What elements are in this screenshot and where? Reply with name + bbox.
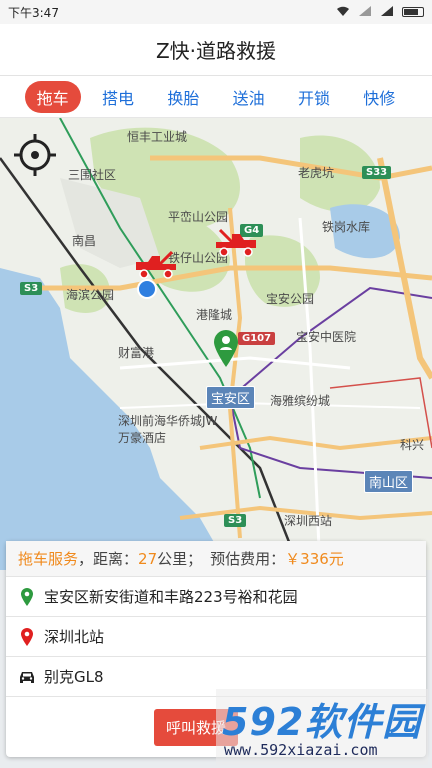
- map-label: 宝安中医院: [296, 330, 357, 344]
- red-pin-icon: [18, 626, 36, 648]
- map-label: 恒丰工业城: [127, 130, 188, 144]
- start-pin-icon[interactable]: [212, 328, 240, 368]
- tab-tow[interactable]: 拖车: [24, 80, 81, 113]
- district-label-baoan: 宝安区: [206, 386, 256, 409]
- status-time: 下午3:47: [8, 5, 59, 20]
- status-icons: [336, 5, 424, 20]
- map-label: 南昌: [72, 234, 97, 248]
- tab-unlock[interactable]: 开锁: [286, 81, 342, 113]
- district-label-nanshan: 南山区: [364, 470, 414, 493]
- map-label: 宝安公园: [266, 292, 315, 306]
- destination-row[interactable]: 深圳北站: [6, 617, 426, 657]
- crosshair-icon: [14, 134, 56, 176]
- page-title: Z快·道路救援: [155, 39, 277, 63]
- service-tabs: 拖车 搭电 换胎 送油 开锁 快修: [0, 76, 432, 118]
- signal-icon-2: [380, 5, 394, 20]
- green-pin-icon: [18, 586, 36, 608]
- tab-quick-repair[interactable]: 快修: [351, 81, 407, 113]
- map-label: 老虎坑: [298, 166, 335, 180]
- distance-label: ，距离：: [78, 550, 139, 568]
- map-label: 海滨公园: [66, 288, 115, 302]
- service-summary: 拖车服务 ，距离： 27 公里； 预估费用： ￥336元: [6, 541, 426, 577]
- road-shield-g107: G107: [238, 332, 276, 345]
- app-header: Z快·道路救援: [0, 24, 432, 76]
- map-view[interactable]: 恒丰工业城 三围社区 老虎坑 平峦山公园 铁岗水库 南昌 铁仔山公园 海滨公园 …: [0, 118, 432, 570]
- map-label: 铁岗水库: [322, 220, 371, 234]
- current-location-dot: [137, 279, 157, 299]
- wifi-icon: [336, 5, 350, 20]
- tab-jumpstart[interactable]: 搭电: [90, 81, 146, 113]
- map-label: 海雅缤纷城: [270, 394, 331, 408]
- locate-me-button[interactable]: [12, 132, 58, 178]
- car-model: 别克GL8: [44, 668, 104, 686]
- road-shield-s3: S3: [20, 282, 43, 295]
- watermark-url: www.592xiazai.com: [224, 741, 378, 759]
- tab-tire-change[interactable]: 换胎: [155, 81, 211, 113]
- road-shield-s3: S3: [224, 514, 247, 527]
- status-bar: 下午3:47: [0, 0, 432, 24]
- battery-icon: [402, 7, 424, 17]
- destination: 深圳北站: [44, 628, 105, 646]
- watermark: 592软件园 www.592xiazai.com: [216, 689, 428, 765]
- tow-truck-icon[interactable]: [214, 228, 258, 260]
- map-label: 科兴: [400, 438, 425, 452]
- start-address-row[interactable]: 宝安区新安街道和丰路223号裕和花园: [6, 577, 426, 617]
- map-label: 深圳西站: [284, 514, 333, 528]
- map-label: 三围社区: [68, 168, 117, 182]
- cost-label: 预估费用：: [210, 550, 286, 568]
- service-name: 拖车服务: [18, 550, 79, 568]
- map-label: 财富港: [118, 346, 155, 360]
- distance-unit: 公里；: [157, 550, 203, 568]
- map-label: 港隆城: [196, 308, 233, 322]
- map-label: 平峦山公园: [168, 210, 229, 224]
- signal-icon: [358, 5, 372, 20]
- map-label: 深圳前海华侨城JW万豪酒店: [118, 414, 218, 445]
- watermark-brand: 592软件园: [222, 700, 422, 744]
- road-shield-s33: S33: [362, 166, 392, 179]
- tab-fuel-delivery[interactable]: 送油: [221, 81, 277, 113]
- start-address: 宝安区新安街道和丰路223号裕和花园: [44, 588, 298, 606]
- distance-value: 27: [138, 549, 158, 568]
- cost-value: ￥336元: [285, 550, 344, 568]
- car-icon: [18, 666, 36, 688]
